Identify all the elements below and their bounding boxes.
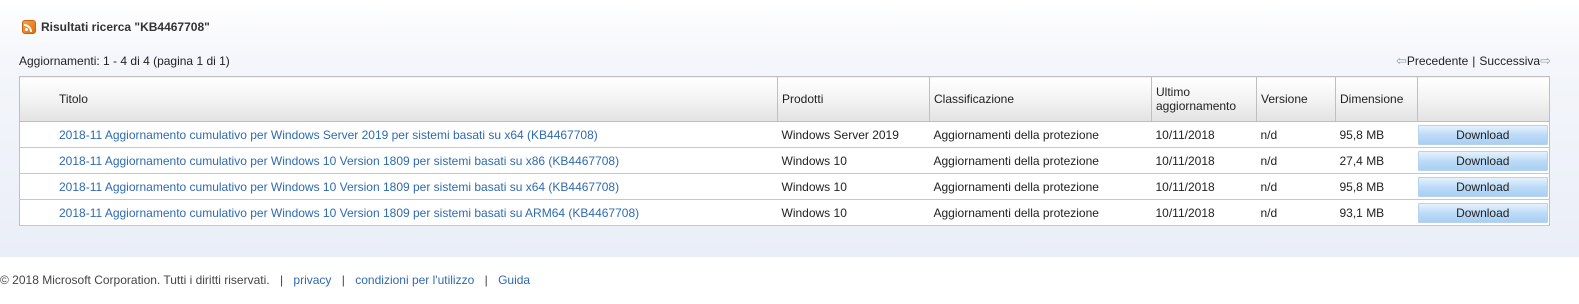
pager-separator: | — [1472, 54, 1476, 68]
table-row: 2018-11 Aggiornamento cumulativo per Win… — [19, 173, 1550, 200]
column-header-classification[interactable]: Classificazione — [929, 76, 1152, 122]
rss-feed-icon[interactable] — [22, 20, 36, 34]
products-cell: Windows 10 — [777, 173, 930, 200]
update-title-link[interactable]: 2018-11 Aggiornamento cumulativo per Win… — [59, 180, 619, 194]
column-header-last-updated[interactable]: Ultimo aggiornamento — [1151, 76, 1257, 122]
column-header-products[interactable]: Prodotti — [777, 76, 930, 122]
main-area: Risultati ricerca "KB4467708" Aggiorname… — [0, 0, 1579, 257]
update-title-link[interactable]: 2018-11 Aggiornamento cumulativo per Win… — [59, 206, 639, 220]
size-cell: 93,1 MB — [1335, 199, 1418, 226]
classification-cell: Aggiornamenti della protezione — [929, 173, 1152, 200]
download-button[interactable]: Download — [1417, 176, 1548, 197]
title-cell: 2018-11 Aggiornamento cumulativo per Win… — [19, 173, 778, 200]
version-cell: n/d — [1256, 121, 1336, 148]
footer: © 2018 Microsoft Corporation. Tutti i di… — [0, 273, 530, 287]
column-header-title[interactable]: Titolo — [19, 76, 778, 122]
last-updated-cell: 10/11/2018 — [1151, 121, 1257, 148]
classification-cell: Aggiornamenti della protezione — [929, 121, 1152, 148]
arrow-left-icon: ⇦ — [1395, 53, 1407, 68]
results-count: Aggiornamenti: 1 - 4 di 4 (pagina 1 di 1… — [19, 54, 230, 68]
download-button[interactable]: Download — [1417, 124, 1548, 145]
footer-separator: | — [279, 273, 284, 287]
products-cell: Windows 10 — [777, 147, 930, 174]
arrow-right-icon: ⇨ — [1540, 53, 1551, 68]
size-cell: 95,8 MB — [1335, 121, 1418, 148]
download-button[interactable]: Download — [1417, 150, 1548, 171]
products-cell: Windows 10 — [777, 199, 930, 226]
column-header-size[interactable]: Dimensione — [1335, 76, 1418, 122]
terms-link[interactable]: condizioni per l'utilizzo — [355, 273, 474, 287]
last-updated-cell: 10/11/2018 — [1151, 147, 1257, 174]
pagination: ⇦ Precedente | Successiva ⇨ — [1396, 53, 1551, 69]
next-page-link[interactable]: Successiva — [1479, 54, 1540, 68]
help-link[interactable]: Guida — [498, 273, 530, 287]
update-title-link[interactable]: 2018-11 Aggiornamento cumulativo per Win… — [59, 154, 619, 168]
footer-separator: | — [341, 273, 345, 287]
table-row: 2018-11 Aggiornamento cumulativo per Win… — [19, 147, 1550, 174]
table-row: 2018-11 Aggiornamento cumulativo per Win… — [19, 199, 1550, 226]
version-cell: n/d — [1256, 199, 1336, 226]
action-cell: Download — [1417, 199, 1550, 226]
version-cell: n/d — [1256, 173, 1336, 200]
classification-cell: Aggiornamenti della protezione — [929, 147, 1152, 174]
action-cell: Download — [1417, 147, 1550, 174]
search-results-header: Risultati ricerca "KB4467708" — [22, 17, 210, 37]
size-cell: 27,4 MB — [1335, 147, 1418, 174]
download-button[interactable]: Download — [1417, 202, 1548, 223]
title-cell: 2018-11 Aggiornamento cumulativo per Win… — [19, 121, 778, 148]
results-table: Titolo Prodotti Classificazione Ultimo a… — [19, 76, 1550, 226]
table-row: 2018-11 Aggiornamento cumulativo per Win… — [19, 121, 1550, 148]
previous-page-link[interactable]: Precedente — [1407, 54, 1468, 68]
size-cell: 95,8 MB — [1335, 173, 1418, 200]
page-title: Risultati ricerca "KB4467708" — [41, 20, 210, 34]
title-cell: 2018-11 Aggiornamento cumulativo per Win… — [19, 147, 778, 174]
title-cell: 2018-11 Aggiornamento cumulativo per Win… — [19, 199, 778, 226]
classification-cell: Aggiornamenti della protezione — [929, 199, 1152, 226]
column-header-version[interactable]: Versione — [1256, 76, 1336, 122]
last-updated-cell: 10/11/2018 — [1151, 199, 1257, 226]
copyright-text: © 2018 Microsoft Corporation. Tutti i di… — [0, 273, 270, 287]
last-updated-cell: 10/11/2018 — [1151, 173, 1257, 200]
version-cell: n/d — [1256, 147, 1336, 174]
action-cell: Download — [1417, 121, 1550, 148]
update-title-link[interactable]: 2018-11 Aggiornamento cumulativo per Win… — [59, 128, 598, 142]
products-cell: Windows Server 2019 — [777, 121, 930, 148]
privacy-link[interactable]: privacy — [293, 273, 331, 287]
action-cell: Download — [1417, 173, 1550, 200]
footer-separator: | — [484, 273, 488, 287]
column-header-action — [1417, 76, 1550, 122]
table-header-row: Titolo Prodotti Classificazione Ultimo a… — [19, 76, 1550, 122]
